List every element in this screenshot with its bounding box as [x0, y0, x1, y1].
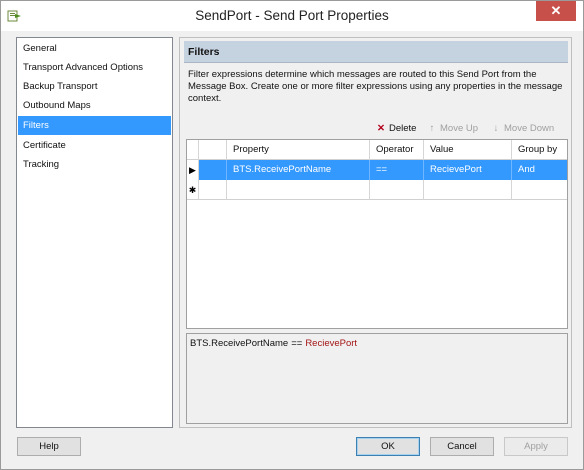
nav-item-outbound-maps[interactable]: Outbound Maps: [18, 96, 171, 115]
row-header-corner: [187, 140, 199, 160]
cancel-button[interactable]: Cancel: [430, 437, 494, 456]
grid-header: Property Operator Value Group by: [187, 140, 567, 160]
move-up-label: Move Up: [440, 123, 479, 134]
expression-value: RecievePort: [305, 338, 358, 349]
column-value[interactable]: Value: [424, 140, 512, 160]
grid-toolbar: ✕ Delete ↑ Move Up ↓ Move Down: [180, 123, 573, 137]
apply-label: Apply: [524, 441, 548, 452]
property-cell[interactable]: BTS.ReceivePortName: [227, 160, 370, 180]
nav-item-general[interactable]: General: [18, 39, 171, 58]
cancel-label: Cancel: [447, 441, 477, 452]
move-up-button[interactable]: ↑ Move Up: [427, 123, 478, 134]
expression-preview: BTS.ReceivePortName == RecievePort: [186, 333, 568, 424]
send-port-properties-dialog: SendPort - Send Port Properties ✕ Genera…: [0, 0, 584, 470]
nav-item-certificate[interactable]: Certificate: [18, 136, 171, 155]
column-operator[interactable]: Operator: [370, 140, 424, 160]
new-row-blank-cell[interactable]: [199, 180, 227, 200]
move-down-button[interactable]: ↓ Move Down: [491, 123, 555, 134]
column-property[interactable]: Property: [227, 140, 370, 160]
row-blank-cell[interactable]: [199, 160, 227, 180]
operator-cell[interactable]: ==: [370, 160, 424, 180]
window-title: SendPort - Send Port Properties: [195, 8, 389, 23]
apply-button[interactable]: Apply: [504, 437, 568, 456]
delete-button[interactable]: ✕ Delete: [376, 123, 416, 134]
new-property-cell[interactable]: [227, 180, 370, 200]
close-button[interactable]: ✕: [536, 1, 576, 21]
nav-item-tracking[interactable]: Tracking: [18, 155, 171, 174]
panel-title: Filters: [184, 41, 568, 63]
arrow-up-icon: ↑: [429, 123, 435, 134]
nav-item-transport-advanced-options[interactable]: Transport Advanced Options: [18, 58, 171, 77]
new-operator-cell[interactable]: [370, 180, 424, 200]
panel-description: Filter expressions determine which messa…: [188, 69, 563, 104]
table-row[interactable]: ▶ BTS.ReceivePortName == RecievePort And: [187, 160, 567, 180]
filter-expressions-grid[interactable]: Property Operator Value Group by ▶ BTS.R…: [186, 139, 568, 329]
ok-button[interactable]: OK: [356, 437, 420, 456]
expression-property: BTS.ReceivePortName: [190, 338, 289, 349]
filters-panel: Filters Filter expressions determine whi…: [179, 37, 572, 428]
help-label: Help: [39, 441, 59, 452]
expression-operator: ==: [291, 338, 303, 349]
new-group-by-cell[interactable]: [512, 180, 567, 200]
group-by-cell[interactable]: And: [512, 160, 567, 180]
column-blank: [199, 140, 227, 160]
new-table-row[interactable]: ✱: [187, 180, 567, 200]
title-bar[interactable]: SendPort - Send Port Properties ✕: [1, 1, 583, 31]
move-down-label: Move Down: [504, 123, 555, 134]
delete-label: Delete: [389, 123, 417, 134]
row-pointer-icon[interactable]: ▶: [187, 160, 199, 180]
column-group-by[interactable]: Group by: [512, 140, 567, 160]
new-row-asterisk-icon[interactable]: ✱: [187, 180, 199, 200]
help-button[interactable]: Help: [17, 437, 81, 456]
ok-label: OK: [381, 441, 395, 452]
delete-x-icon: ✕: [377, 123, 385, 134]
nav-item-backup-transport[interactable]: Backup Transport: [18, 77, 171, 96]
property-pages-list: General Transport Advanced Options Backu…: [16, 37, 173, 428]
arrow-down-icon: ↓: [493, 123, 499, 134]
nav-item-filters[interactable]: Filters: [18, 116, 171, 135]
value-cell[interactable]: RecievePort: [424, 160, 512, 180]
new-value-cell[interactable]: [424, 180, 512, 200]
